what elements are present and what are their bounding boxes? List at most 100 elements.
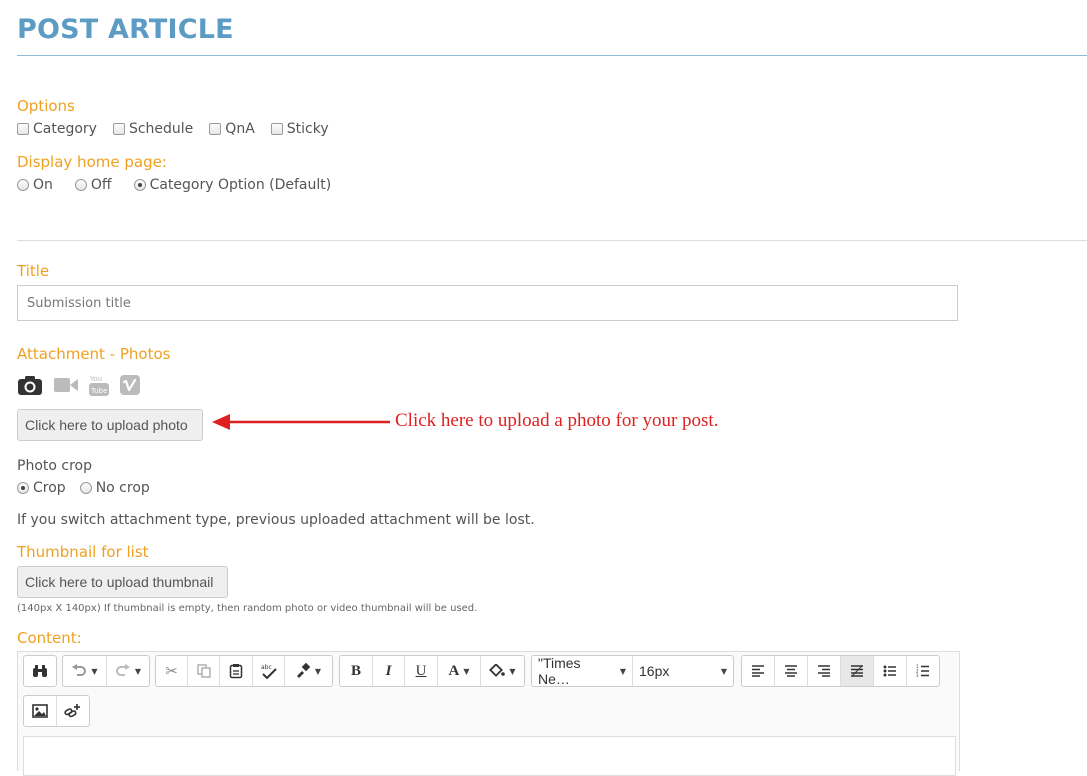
toolbar-font-group: "Times Ne… ▼ 16px ▼: [531, 655, 734, 687]
insert-link-button[interactable]: [57, 696, 89, 726]
align-justify-icon: [851, 665, 863, 677]
crop-radio-label: Crop: [33, 480, 66, 496]
cut-button[interactable]: ✂: [156, 656, 188, 686]
page-title: POST ARTICLE: [17, 14, 234, 45]
undo-caret-icon: ▼: [91, 666, 98, 676]
paste-button[interactable]: [220, 656, 253, 686]
spellcheck-button[interactable]: abc: [253, 656, 285, 686]
undo-button[interactable]: ▼: [63, 656, 107, 686]
upload-photo-button[interactable]: Click here to upload photo: [17, 409, 203, 441]
numbered-list-icon: 1 2 3: [916, 664, 929, 678]
display-home-label: Display home page:: [17, 153, 167, 171]
text-color-label: A: [448, 662, 460, 679]
paint-brush-icon: [296, 663, 311, 678]
section-divider: [17, 240, 1087, 241]
format-painter-caret-icon: ▼: [314, 666, 322, 676]
align-center-icon: [785, 665, 797, 677]
find-button[interactable]: [24, 656, 56, 686]
photo-crop-radio-row: Crop No crop: [17, 480, 150, 496]
font-family-caret-icon: ▼: [619, 666, 626, 676]
background-color-caret-icon: ▼: [509, 666, 516, 676]
sticky-checkbox-label: Sticky: [286, 121, 329, 137]
youtube-icon[interactable]: You Tube: [89, 373, 109, 402]
attachment-warning: If you switch attachment type, previous …: [17, 512, 535, 528]
title-input-placeholder: Submission title: [27, 295, 131, 311]
scissors-icon: ✂: [165, 662, 178, 680]
photo-crop-label: Photo crop: [17, 458, 92, 474]
display-home-radio-row: On Off Category Option (Default): [17, 177, 331, 193]
redo-icon: [115, 664, 130, 676]
insert-image-button[interactable]: [24, 696, 57, 726]
category-option-radio[interactable]: [133, 179, 146, 191]
redo-button[interactable]: ▼: [107, 656, 149, 686]
background-color-button[interactable]: ▼: [481, 656, 524, 686]
category-option-radio-label: Category Option (Default): [149, 177, 332, 193]
title-divider: [17, 55, 1087, 56]
svg-text:3: 3: [916, 673, 919, 678]
bold-button[interactable]: B: [340, 656, 373, 686]
add-link-icon: [64, 704, 80, 718]
qna-checkbox[interactable]: [209, 123, 222, 135]
crop-radio[interactable]: [17, 482, 29, 494]
camera-icon[interactable]: [17, 374, 43, 401]
font-size-value: 16px: [639, 663, 670, 679]
align-right-button[interactable]: [808, 656, 841, 686]
paint-bucket-icon: [489, 664, 506, 677]
binoculars-icon: [33, 665, 47, 677]
image-icon: [32, 704, 48, 718]
video-camera-icon[interactable]: [53, 375, 79, 400]
redo-caret-icon: ▼: [134, 666, 142, 676]
display-home-category-option[interactable]: Category Option (Default): [133, 177, 332, 193]
title-input[interactable]: Submission title: [17, 285, 958, 321]
on-radio[interactable]: [17, 179, 29, 191]
no-crop-option[interactable]: No crop: [79, 480, 150, 496]
on-radio-label: On: [33, 177, 53, 193]
crop-option[interactable]: Crop: [17, 480, 66, 496]
sticky-checkbox[interactable]: [270, 123, 283, 135]
display-home-on[interactable]: On: [17, 177, 53, 193]
category-checkbox[interactable]: [17, 123, 29, 135]
clipboard-icon: [229, 664, 243, 679]
off-radio[interactable]: [74, 179, 87, 191]
options-label: Options: [17, 97, 75, 115]
text-color-caret-icon: ▼: [463, 666, 470, 676]
option-category[interactable]: Category: [17, 121, 97, 137]
font-family-select[interactable]: "Times Ne… ▼: [532, 655, 633, 687]
align-left-button[interactable]: [742, 656, 775, 686]
bullet-list-button[interactable]: [874, 656, 907, 686]
options-checkbox-row: Category Schedule QnA Sticky: [17, 121, 329, 137]
schedule-checkbox[interactable]: [112, 123, 125, 135]
option-schedule[interactable]: Schedule: [112, 121, 193, 137]
toolbar-insert-group: [23, 695, 90, 727]
underline-button[interactable]: U: [405, 656, 438, 686]
category-checkbox-label: Category: [33, 121, 97, 137]
text-color-button[interactable]: A ▼: [438, 656, 481, 686]
option-sticky[interactable]: Sticky: [270, 121, 329, 137]
content-editor-area[interactable]: [23, 736, 956, 776]
vimeo-icon[interactable]: [119, 374, 141, 401]
upload-callout-text: Click here to upload a photo for your po…: [395, 410, 719, 431]
font-size-select[interactable]: 16px ▼: [633, 656, 733, 686]
upload-thumbnail-button[interactable]: Click here to upload thumbnail: [17, 566, 228, 598]
numbered-list-button[interactable]: 1 2 3: [907, 656, 939, 686]
no-crop-radio[interactable]: [79, 482, 92, 494]
align-center-button[interactable]: [775, 656, 808, 686]
copy-button[interactable]: [188, 656, 220, 686]
thumbnail-note: (140px X 140px) If thumbnail is empty, t…: [17, 603, 478, 614]
off-radio-label: Off: [90, 177, 112, 193]
attachment-type-icons: You Tube: [17, 373, 141, 402]
format-painter-button[interactable]: ▼: [285, 656, 331, 686]
font-family-value: "Times Ne…: [538, 655, 581, 687]
undo-icon: [72, 664, 87, 676]
content-label: Content:: [17, 629, 82, 647]
callout-arrow-icon: [212, 414, 390, 430]
display-home-off[interactable]: Off: [74, 177, 112, 193]
toolbar-find-group: [23, 655, 57, 687]
attachment-label: Attachment - Photos: [17, 345, 171, 363]
italic-button[interactable]: I: [373, 656, 405, 686]
option-qna[interactable]: QnA: [209, 121, 255, 137]
align-right-icon: [818, 665, 830, 677]
spellcheck-icon: abc: [261, 664, 277, 679]
align-justify-button[interactable]: [841, 656, 874, 686]
svg-text:abc: abc: [261, 664, 272, 671]
